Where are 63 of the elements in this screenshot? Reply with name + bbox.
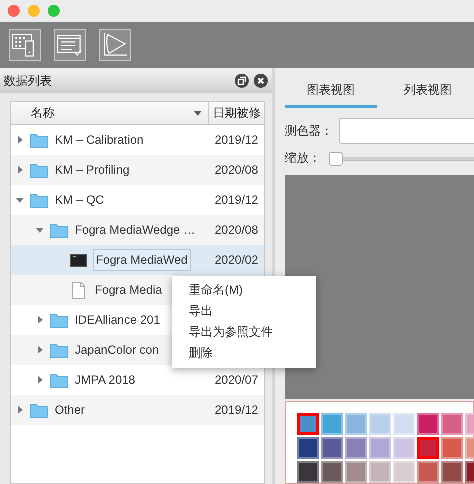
minimize-window-button[interactable]: [28, 5, 40, 17]
folder-icon: [50, 312, 68, 328]
item-name: KM – Profiling: [54, 162, 131, 179]
color-patch[interactable]: [417, 437, 439, 459]
collapsed-arrow-icon[interactable]: [15, 165, 25, 175]
item-name: Fogra MediaWed: [93, 249, 191, 271]
tree-row[interactable]: Other 2019/12: [11, 395, 264, 425]
collapsed-arrow-icon[interactable]: [35, 375, 45, 385]
item-name: Fogra Media: [94, 282, 164, 299]
collapsed-arrow-icon[interactable]: [15, 135, 25, 145]
collapsed-arrow-icon[interactable]: [35, 345, 45, 355]
view-tab[interactable]: 图表视图: [285, 78, 377, 108]
date-modified: 2020/08: [214, 163, 258, 177]
item-name: JMPA 2018: [74, 372, 136, 389]
collapsed-arrow-icon[interactable]: [35, 315, 45, 325]
item-name: KM – Calibration: [54, 132, 145, 149]
document-icon: [70, 282, 88, 298]
item-name: JapanColor con: [74, 342, 160, 359]
folder-icon: [30, 402, 48, 418]
column-header[interactable]: 名称: [11, 102, 209, 124]
column-label: 日期被修: [213, 104, 261, 122]
checklist-icon[interactable]: [54, 29, 86, 61]
item-name: IDEAlliance 201: [74, 312, 162, 329]
date-modified: 2019/12: [214, 193, 258, 207]
folder-icon: [50, 222, 68, 238]
instrument-label: 测色器：: [285, 122, 334, 140]
close-icon[interactable]: [254, 74, 268, 88]
collapsed-arrow-icon[interactable]: [15, 405, 25, 415]
column-label: 名称: [31, 104, 55, 122]
slider-thumb[interactable]: [329, 152, 343, 166]
date-modified: 2019/12: [214, 403, 258, 417]
date-modified: 2019/12: [214, 133, 258, 147]
view-tab[interactable]: 列表视图: [382, 78, 474, 108]
zoom-label: 缩放：: [285, 150, 322, 167]
tree-row[interactable]: KM – QC 2019/12: [11, 185, 264, 215]
gamut-chart-icon[interactable]: [99, 29, 131, 61]
folder-icon: [50, 372, 68, 388]
item-name: KM – QC: [54, 192, 106, 209]
tree-row[interactable]: KM – Profiling 2020/08: [11, 155, 264, 185]
expanded-arrow-icon[interactable]: [35, 225, 45, 235]
folder-icon: [30, 162, 48, 178]
terminal-icon: [70, 252, 88, 268]
column-header[interactable]: 日期被修: [209, 102, 264, 124]
color-patch[interactable]: [297, 413, 319, 435]
tree-row[interactable]: JMPA 2018 2020/07: [11, 365, 264, 395]
tree-row[interactable]: KM – Calibration 2019/12: [11, 125, 264, 155]
restore-icon[interactable]: [235, 74, 249, 88]
folder-icon: [50, 342, 68, 358]
item-name: Other: [54, 402, 86, 419]
expanded-arrow-icon[interactable]: [15, 195, 25, 205]
panel-title: 数据列表: [4, 72, 52, 90]
date-modified: 2020/02: [214, 253, 258, 267]
tree-row[interactable]: Fogra MediaWed 2020/02: [11, 245, 264, 275]
tree-row[interactable]: Fogra MediaWedge … 2020/08: [11, 215, 264, 245]
date-modified: 2020/08: [214, 223, 258, 237]
grid-device-icon[interactable]: [9, 29, 41, 61]
date-modified: 2020/07: [214, 373, 258, 387]
instrument-dropdown[interactable]: [339, 118, 474, 144]
zoom-window-button[interactable]: [48, 5, 60, 17]
folder-icon: [30, 132, 48, 148]
folder-icon: [30, 192, 48, 208]
item-name: Fogra MediaWedge …: [74, 222, 197, 239]
close-window-button[interactable]: [8, 5, 20, 17]
